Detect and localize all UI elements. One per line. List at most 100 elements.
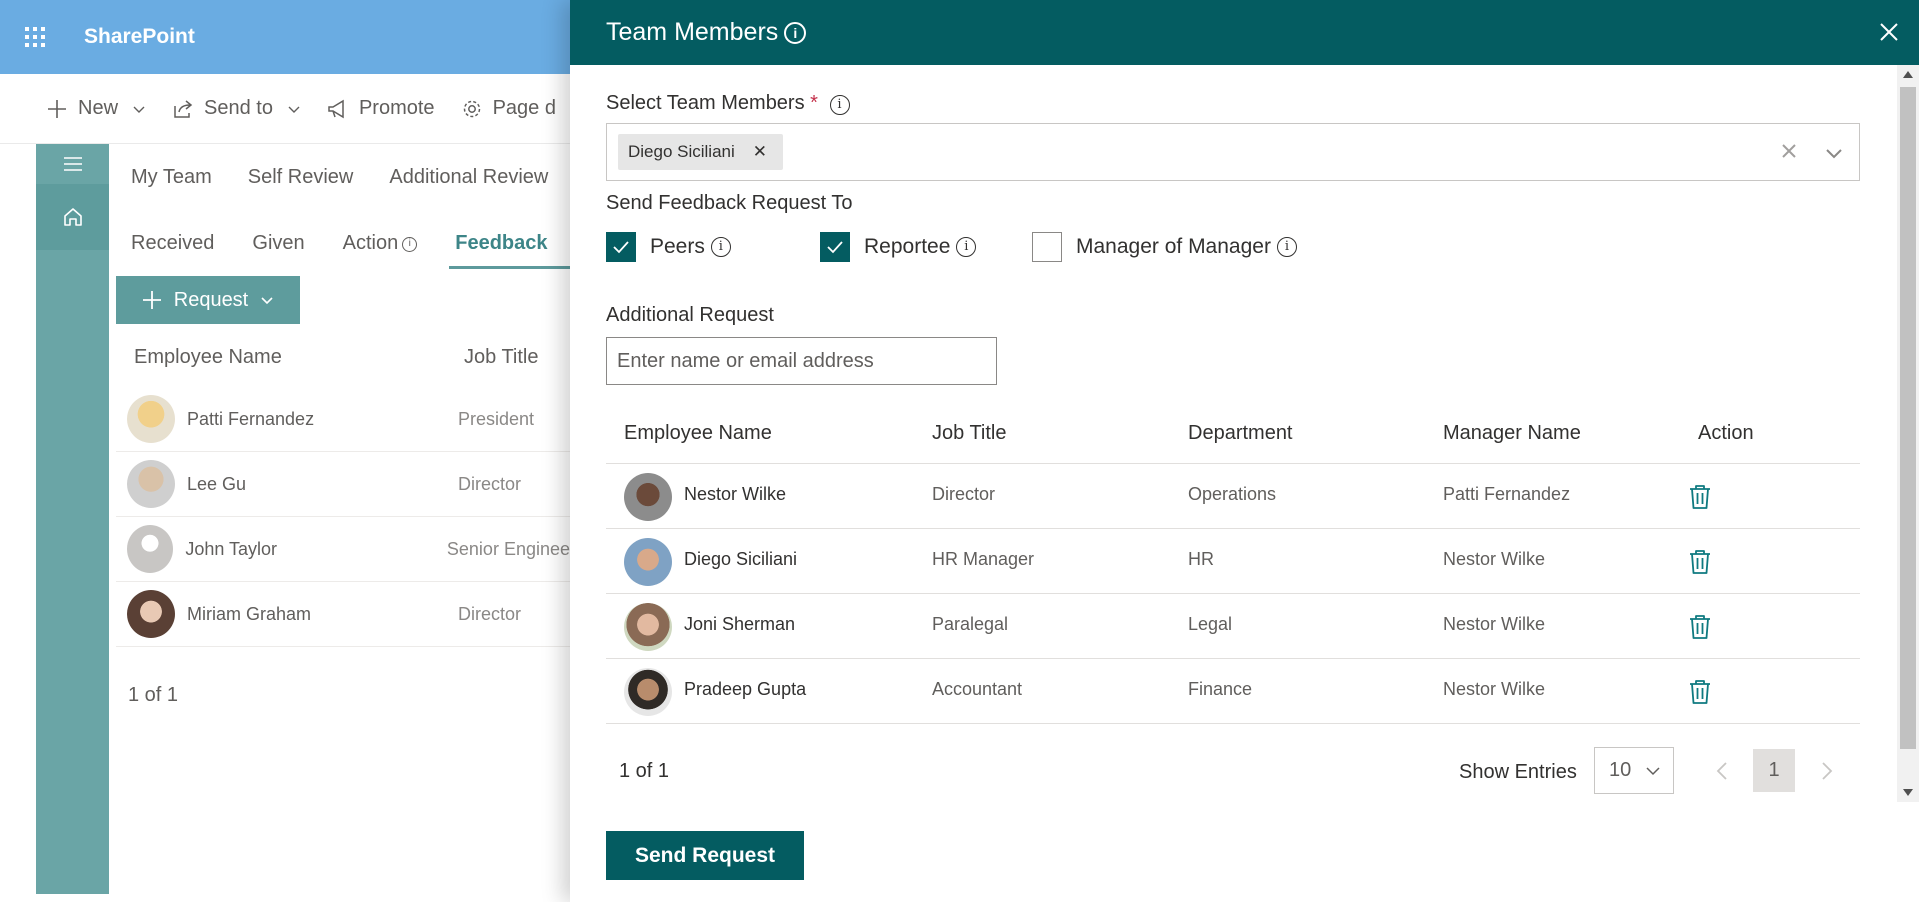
- request-button[interactable]: Request: [116, 276, 300, 324]
- tab-additional-review[interactable]: Additional Review: [389, 166, 548, 189]
- remove-chip-icon[interactable]: ✕: [753, 142, 767, 162]
- team-members-panel: Team Members i Select Team Members * i D…: [570, 0, 1919, 902]
- scroll-down-arrow-icon[interactable]: [1903, 789, 1913, 796]
- avatar: [127, 395, 175, 443]
- tab-received[interactable]: Received: [131, 232, 214, 255]
- hamburger-menu-icon[interactable]: [36, 144, 109, 184]
- table-row: Diego Siciliani HR Manager HR Nestor Wil…: [606, 529, 1860, 594]
- required-mark: *: [810, 92, 818, 114]
- manager-of-manager-label: Manager of Manager: [1076, 235, 1271, 258]
- send-to-label: Send to: [204, 97, 273, 119]
- avatar: [624, 538, 672, 586]
- additional-request-input[interactable]: [606, 337, 997, 385]
- job-title: Paralegal: [932, 614, 1009, 634]
- gear-icon: [463, 100, 480, 117]
- tab-given[interactable]: Given: [252, 232, 304, 255]
- peers-option[interactable]: Peers i: [606, 232, 731, 262]
- panel-scrollbar[interactable]: [1897, 65, 1919, 802]
- avatar: [127, 590, 175, 638]
- previous-page-icon[interactable]: [1713, 760, 1731, 782]
- tab-self-review[interactable]: Self Review: [248, 166, 354, 189]
- column-header-department[interactable]: Department: [1188, 422, 1293, 445]
- manager-of-manager-checkbox[interactable]: [1032, 232, 1062, 262]
- peers-label: Peers: [650, 235, 705, 258]
- info-icon[interactable]: i: [829, 95, 850, 115]
- department: HR: [1188, 549, 1214, 569]
- select-label-text: Select Team Members: [606, 92, 805, 114]
- chip-label: Diego Siciliani: [628, 142, 735, 161]
- entries-per-page-select[interactable]: 10: [1594, 747, 1674, 794]
- page-number-button[interactable]: 1: [1753, 749, 1795, 792]
- new-button[interactable]: New: [46, 97, 146, 120]
- send-to-button[interactable]: Send to: [172, 97, 301, 120]
- top-tabs: My Team Self Review Additional Review: [131, 166, 548, 189]
- clear-icon[interactable]: [1779, 141, 1799, 161]
- column-header-job-title[interactable]: Job Title: [932, 422, 1006, 445]
- avatar: [624, 668, 672, 716]
- chevron-down-icon: [133, 106, 145, 113]
- page-details-button[interactable]: Page d: [461, 97, 556, 120]
- info-icon[interactable]: i: [784, 21, 807, 44]
- table-row[interactable]: John Taylor Senior Engineer: [116, 517, 570, 582]
- table-header-row: Employee Name Job Title Department Manag…: [606, 405, 1860, 464]
- left-nav: [36, 144, 109, 894]
- info-icon[interactable]: i: [710, 237, 731, 257]
- column-header-employee-name[interactable]: Employee Name: [134, 346, 282, 369]
- info-icon[interactable]: i: [956, 237, 977, 257]
- table-row[interactable]: Miriam Graham Director: [116, 582, 570, 647]
- reportee-option[interactable]: Reportee i: [820, 232, 977, 262]
- employee-name: Patti Fernandez: [187, 408, 315, 429]
- new-label: New: [78, 97, 119, 119]
- tab-my-team[interactable]: My Team: [131, 166, 212, 189]
- trash-icon[interactable]: [1687, 678, 1713, 706]
- chevron-down-icon[interactable]: [1823, 142, 1845, 164]
- peers-checkbox[interactable]: [606, 232, 636, 262]
- avatar: [127, 460, 175, 508]
- chevron-down-icon: [261, 297, 273, 305]
- tab-action[interactable]: Action i: [343, 232, 418, 255]
- employee-name: Lee Gu: [187, 473, 247, 494]
- panel-title: Team Members: [606, 18, 779, 46]
- column-header-manager-name[interactable]: Manager Name: [1443, 422, 1581, 445]
- department: Operations: [1188, 484, 1277, 504]
- trash-icon[interactable]: [1687, 613, 1713, 641]
- table-row[interactable]: Lee Gu Director: [116, 452, 570, 517]
- employee-name: Pradeep Gupta: [684, 679, 807, 699]
- job-title: Director: [458, 473, 522, 494]
- pagination-text: 1 of 1: [619, 760, 670, 782]
- scroll-up-arrow-icon[interactable]: [1903, 71, 1913, 78]
- scrollbar-thumb[interactable]: [1900, 87, 1916, 749]
- plus-icon: [48, 99, 66, 118]
- reportee-checkbox[interactable]: [820, 232, 850, 262]
- app-title[interactable]: SharePoint: [84, 25, 195, 49]
- avatar-placeholder: [127, 525, 174, 573]
- request-label: Request: [173, 288, 249, 311]
- info-icon[interactable]: i: [1276, 237, 1297, 257]
- members-table: Employee Name Job Title Department Manag…: [606, 405, 1860, 724]
- app-launcher-icon[interactable]: [0, 0, 70, 74]
- trash-icon[interactable]: [1687, 483, 1713, 511]
- trash-icon[interactable]: [1687, 548, 1713, 576]
- promote-button[interactable]: Promote: [327, 97, 435, 120]
- column-header-action: Action: [1698, 422, 1754, 444]
- column-header-job-title[interactable]: Job Title: [464, 346, 538, 369]
- next-page-icon[interactable]: [1818, 760, 1836, 782]
- manager-name: Nestor Wilke: [1443, 549, 1546, 569]
- chevron-down-icon: [1646, 767, 1660, 776]
- manager-name: Nestor Wilke: [1443, 679, 1546, 699]
- select-team-members-label: Select Team Members * i: [606, 92, 850, 115]
- manager-name: Nestor Wilke: [1443, 614, 1546, 634]
- tab-feedback[interactable]: Feedback: [449, 232, 570, 269]
- entries-value: 10: [1609, 759, 1632, 781]
- column-header-employee-name[interactable]: Employee Name: [624, 422, 772, 445]
- close-icon[interactable]: [1875, 18, 1903, 46]
- home-icon[interactable]: [36, 184, 109, 250]
- manager-name: Patti Fernandez: [1443, 484, 1571, 504]
- table-row[interactable]: Patti Fernandez President: [116, 387, 570, 452]
- team-members-picker[interactable]: Diego Siciliani ✕: [606, 123, 1860, 181]
- send-request-button[interactable]: Send Request: [606, 831, 804, 880]
- megaphone-icon: [328, 99, 344, 118]
- manager-of-manager-option[interactable]: Manager of Manager i: [1032, 232, 1297, 262]
- panel-header: Team Members i: [570, 0, 1919, 65]
- reportee-label: Reportee: [864, 235, 951, 258]
